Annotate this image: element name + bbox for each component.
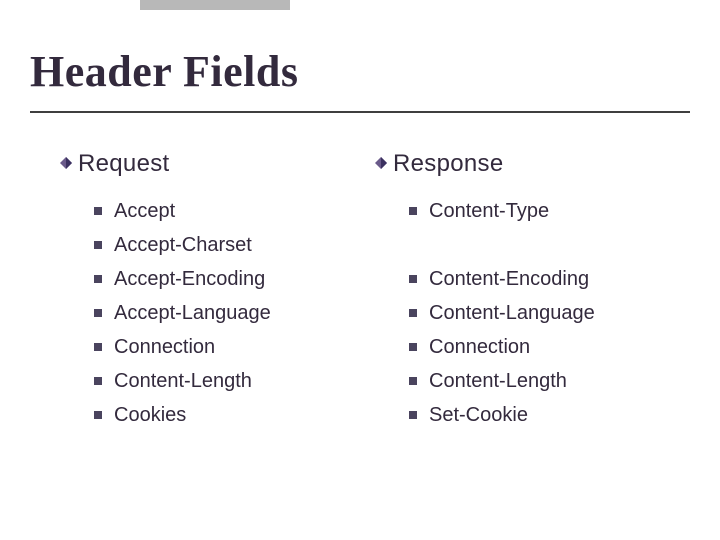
list-item: Connection: [409, 330, 690, 364]
item-text: Content-Language: [429, 302, 595, 324]
list-item: Connection: [94, 330, 375, 364]
square-bullet-icon: [94, 309, 102, 317]
request-heading: Request: [60, 150, 375, 178]
item-text: Content-Type: [429, 200, 549, 222]
square-bullet-icon: [409, 343, 417, 351]
item-text: Connection: [429, 336, 530, 358]
column-response: Response Content-Type Content-Encoding C…: [375, 150, 690, 432]
list-item: Content-Language: [409, 296, 690, 330]
diamond-bullet-icon: [60, 157, 72, 169]
square-bullet-icon: [409, 411, 417, 419]
response-heading-text: Response: [393, 150, 503, 177]
item-text: Accept: [114, 200, 175, 222]
slide: Header Fields Request Accept Accept-Char…: [0, 0, 720, 540]
top-accent-bar: [140, 0, 290, 10]
title-wrap: Header Fields: [30, 46, 690, 113]
list-item: Cookies: [94, 398, 375, 432]
column-request: Request Accept Accept-Charset Accept-Enc…: [60, 150, 375, 432]
list-item: Content-Encoding: [409, 262, 690, 296]
item-text: Cookies: [114, 404, 186, 426]
square-bullet-icon: [94, 377, 102, 385]
square-bullet-icon: [94, 275, 102, 283]
request-heading-text: Request: [78, 150, 170, 177]
item-text: Accept-Language: [114, 302, 271, 324]
diamond-bullet-icon: [375, 157, 387, 169]
item-text: Accept-Encoding: [114, 268, 265, 290]
slide-title: Header Fields: [30, 46, 690, 113]
response-list: Content-Type Content-Encoding Content-La…: [375, 194, 690, 432]
columns: Request Accept Accept-Charset Accept-Enc…: [60, 150, 690, 432]
item-text: Connection: [114, 336, 215, 358]
request-list: Accept Accept-Charset Accept-Encoding Ac…: [60, 194, 375, 432]
list-item: Accept-Encoding: [94, 262, 375, 296]
square-bullet-icon: [409, 207, 417, 215]
square-bullet-icon: [94, 207, 102, 215]
list-item: Accept-Charset: [94, 228, 375, 262]
square-bullet-icon: [409, 309, 417, 317]
square-bullet-icon: [94, 411, 102, 419]
list-item: Set-Cookie: [409, 398, 690, 432]
list-item: Accept-Language: [94, 296, 375, 330]
list-item: Content-Type: [409, 194, 690, 228]
square-bullet-icon: [409, 275, 417, 283]
item-text: Content-Length: [429, 370, 567, 392]
square-bullet-icon: [409, 377, 417, 385]
square-bullet-icon: [94, 343, 102, 351]
list-item: Accept: [94, 194, 375, 228]
square-bullet-icon: [94, 241, 102, 249]
item-text: Content-Encoding: [429, 268, 589, 290]
list-item: Content-Length: [409, 364, 690, 398]
item-text: Accept-Charset: [114, 234, 252, 256]
response-heading: Response: [375, 150, 690, 178]
item-text: Content-Length: [114, 370, 252, 392]
item-text: Set-Cookie: [429, 404, 528, 426]
list-item: Content-Length: [94, 364, 375, 398]
